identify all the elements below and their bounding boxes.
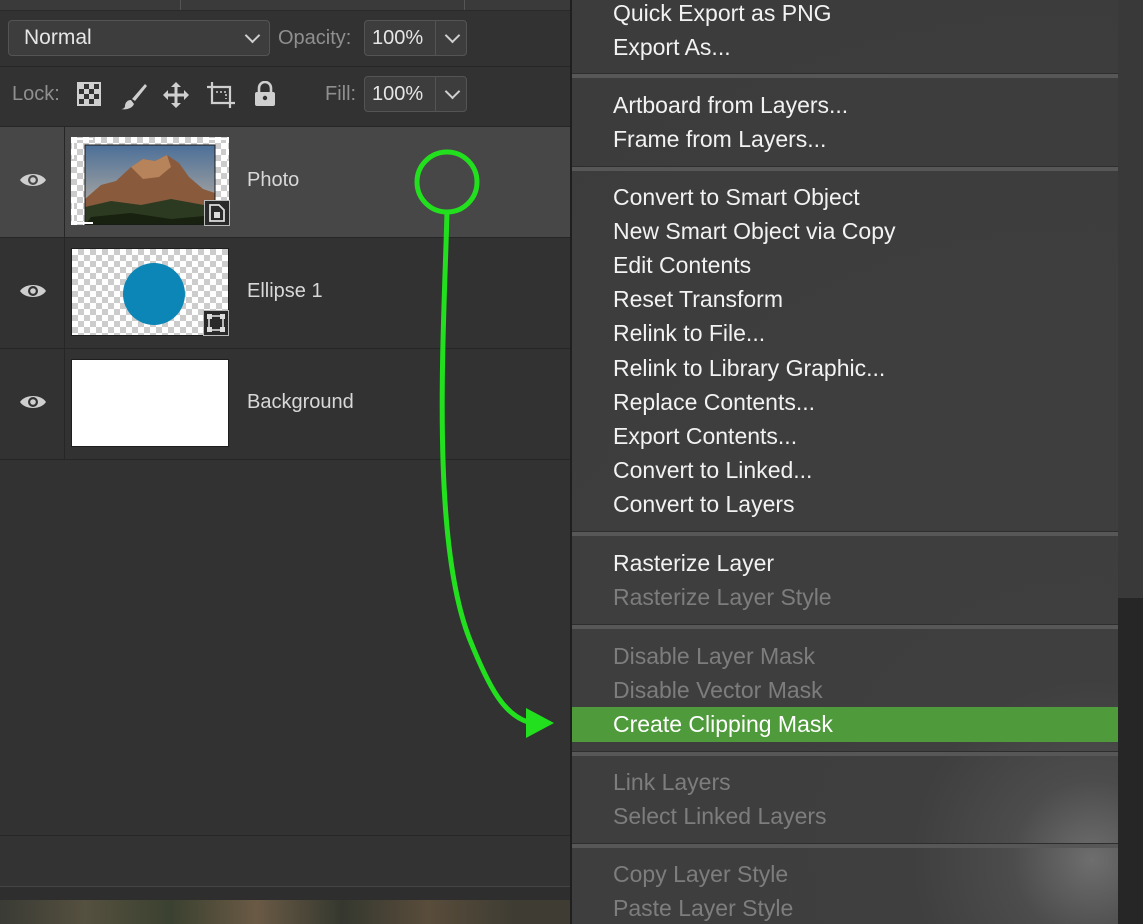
padlock-icon[interactable] xyxy=(254,81,276,107)
fill-value: 100% xyxy=(372,83,424,105)
layers-panel: Normal Opacity: 100% Lock: Fill: 100% Ph… xyxy=(0,0,570,924)
canvas-preview-strip xyxy=(0,900,570,924)
chevron-down-icon[interactable] xyxy=(444,83,461,100)
menu-item-paste-layer-style: Paste Layer Style xyxy=(613,895,794,921)
layer-row-ellipse[interactable]: Ellipse 1 xyxy=(0,238,570,349)
menu-item-quick-export-png[interactable]: Quick Export as PNG xyxy=(613,0,832,30)
layer-context-menu: Quick Export as PNG Export As... Artboar… xyxy=(570,0,1118,924)
blend-mode-select[interactable]: Normal xyxy=(8,20,270,56)
layer-name[interactable]: Background xyxy=(247,391,354,414)
eye-icon[interactable] xyxy=(19,393,47,411)
menu-item-convert-to-layers[interactable]: Convert to Layers xyxy=(613,487,795,521)
blend-opacity-row: Normal Opacity: 100% xyxy=(0,10,570,67)
menu-item-artboard-from-layers[interactable]: Artboard from Layers... xyxy=(613,88,848,122)
menu-separator xyxy=(572,531,1118,536)
menu-item-create-clipping-mask[interactable]: Create Clipping Mask xyxy=(572,707,1118,742)
lock-label: Lock: xyxy=(12,83,60,105)
menu-separator xyxy=(572,751,1118,756)
move-icon[interactable] xyxy=(162,81,190,109)
menu-separator xyxy=(572,166,1118,171)
layer-thumbnail-ellipse[interactable] xyxy=(71,248,229,336)
menu-item-link-layers: Link Layers xyxy=(613,769,731,795)
fill-label: Fill: xyxy=(325,83,357,105)
menu-item-reset-transform[interactable]: Reset Transform xyxy=(613,282,783,316)
layer-row-background[interactable]: Background xyxy=(0,349,570,460)
menu-item-export-as[interactable]: Export As... xyxy=(613,30,731,64)
chevron-down-icon[interactable] xyxy=(444,27,461,44)
panel-footer xyxy=(0,835,570,886)
panel-resize-grip[interactable] xyxy=(0,886,570,901)
vector-shape-icon xyxy=(203,310,229,336)
blend-mode-value: Normal xyxy=(24,26,92,49)
menu-item-copy-layer-style: Copy Layer Style xyxy=(613,861,789,887)
menu-item-relink-to-library-graphic[interactable]: Relink to Library Graphic... xyxy=(613,351,885,385)
chevron-down-icon xyxy=(244,27,261,44)
menu-item-edit-contents[interactable]: Edit Contents xyxy=(613,248,751,282)
menu-item-replace-contents[interactable]: Replace Contents... xyxy=(613,385,815,419)
menu-item-convert-to-linked[interactable]: Convert to Linked... xyxy=(613,453,812,487)
checkerboard-lock-icon[interactable] xyxy=(77,82,101,106)
menu-item-relink-to-file[interactable]: Relink to File... xyxy=(613,316,765,350)
menu-item-disable-vector-mask: Disable Vector Mask xyxy=(613,677,823,703)
fill-field[interactable]: 100% xyxy=(364,76,467,112)
menu-item-convert-to-smart-object[interactable]: Convert to Smart Object xyxy=(613,180,860,214)
layer-thumbnail-background[interactable] xyxy=(71,359,229,447)
eye-icon[interactable] xyxy=(19,282,47,300)
menu-item-label: Create Clipping Mask xyxy=(613,711,833,737)
opacity-field[interactable]: 100% xyxy=(364,20,467,56)
menu-separator xyxy=(572,843,1118,848)
opacity-value: 100% xyxy=(372,27,424,49)
menu-item-frame-from-layers[interactable]: Frame from Layers... xyxy=(613,122,826,156)
smart-object-icon xyxy=(204,200,230,226)
layer-row-photo[interactable]: Photo xyxy=(0,127,570,238)
opacity-label: Opacity: xyxy=(278,27,352,49)
layer-thumbnail-photo[interactable] xyxy=(71,137,230,226)
eye-icon[interactable] xyxy=(19,171,47,189)
menu-item-new-smart-object-via-copy[interactable]: New Smart Object via Copy xyxy=(613,214,895,248)
background-panel-dark xyxy=(1118,598,1143,924)
artboard-crop-icon[interactable] xyxy=(206,81,236,109)
layer-name[interactable]: Photo xyxy=(247,169,299,192)
layer-name[interactable]: Ellipse 1 xyxy=(247,280,323,303)
menu-separator xyxy=(572,73,1118,78)
brush-icon[interactable] xyxy=(120,82,148,110)
menu-separator xyxy=(572,624,1118,629)
menu-item-rasterize-layer[interactable]: Rasterize Layer xyxy=(613,546,774,580)
menu-item-export-contents[interactable]: Export Contents... xyxy=(613,419,797,453)
menu-item-rasterize-layer-style: Rasterize Layer Style xyxy=(613,584,832,610)
menu-item-disable-layer-mask: Disable Layer Mask xyxy=(613,643,815,669)
menu-item-select-linked-layers: Select Linked Layers xyxy=(613,803,827,829)
